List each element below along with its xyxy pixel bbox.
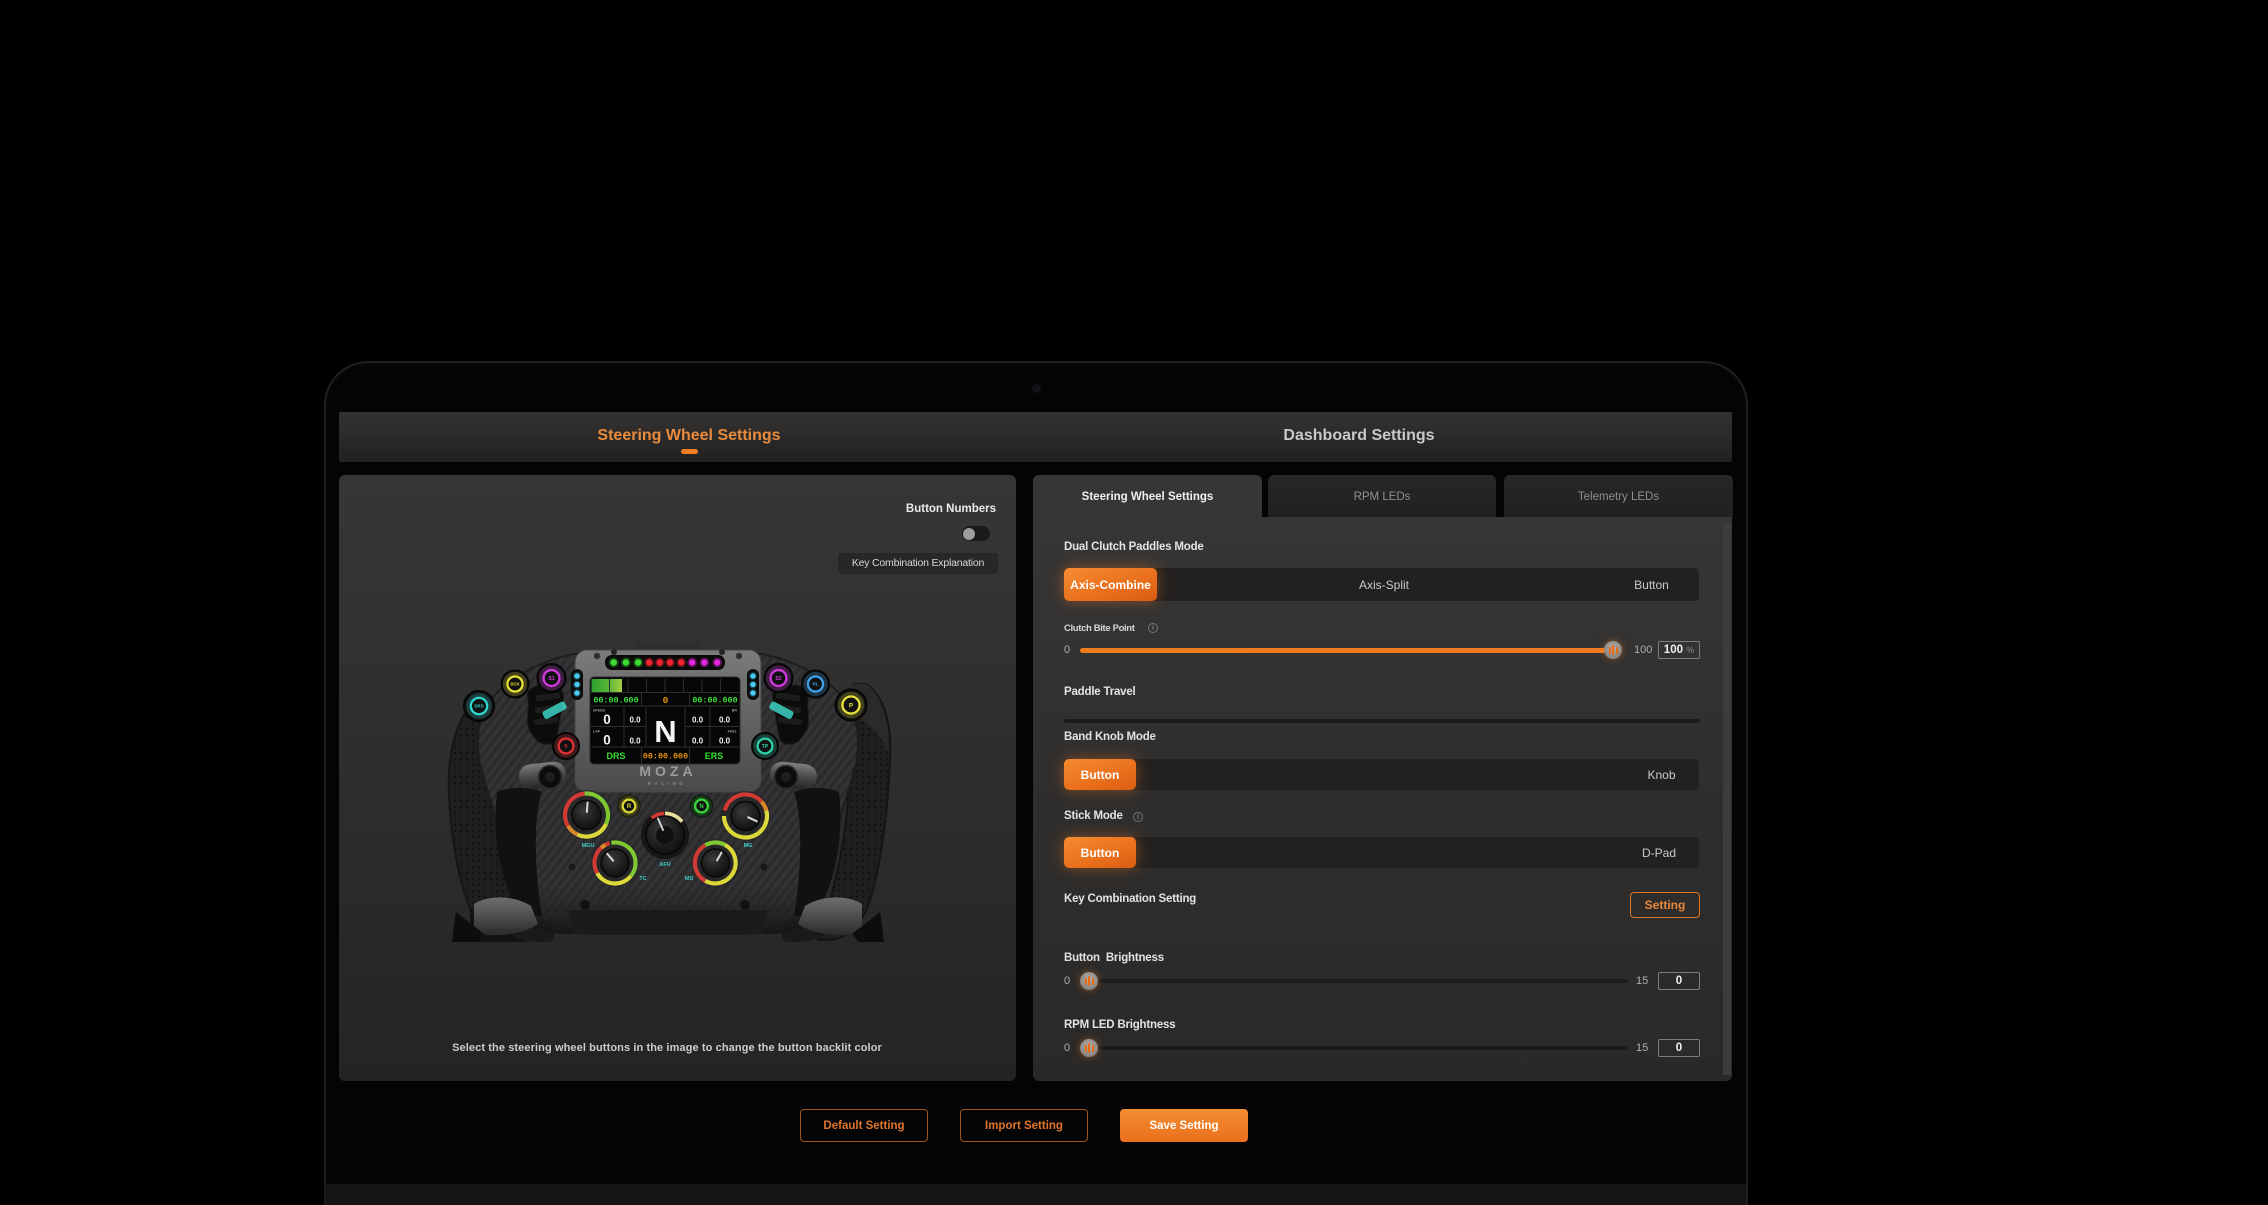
- svg-text:FUEL: FUEL: [728, 730, 738, 734]
- svg-text:0.0: 0.0: [719, 737, 731, 746]
- svg-text:MOZA: MOZA: [639, 763, 696, 779]
- svg-text:0.0: 0.0: [692, 716, 704, 725]
- svg-text:TC: TC: [639, 876, 646, 882]
- svg-text:0: 0: [603, 733, 611, 748]
- svg-text:00:00.000: 00:00.000: [692, 696, 737, 706]
- svg-text:0.0: 0.0: [719, 716, 731, 725]
- svg-text:00:00.000: 00:00.000: [593, 696, 638, 706]
- svg-text:0: 0: [603, 712, 611, 727]
- svg-text:DRS: DRS: [606, 751, 625, 761]
- svg-text:RL: RL: [812, 682, 818, 687]
- svg-text:S1: S1: [548, 676, 554, 682]
- svg-text:AFU: AFU: [659, 862, 670, 868]
- svg-text:00:00.000: 00:00.000: [643, 752, 688, 762]
- svg-text:0.0: 0.0: [692, 737, 704, 746]
- svg-text:S2: S2: [775, 676, 781, 682]
- svg-text:0.0: 0.0: [629, 737, 641, 746]
- svg-text:R: R: [627, 804, 632, 810]
- svg-text:LAP: LAP: [593, 730, 601, 734]
- svg-text:BOX: BOX: [510, 682, 519, 687]
- svg-text:RACING: RACING: [648, 781, 687, 786]
- svg-text:BR: BR: [732, 709, 738, 713]
- svg-text:DRS: DRS: [474, 704, 483, 709]
- svg-text:0: 0: [663, 695, 669, 706]
- svg-text:MGU: MGU: [582, 843, 595, 849]
- svg-text:N: N: [699, 804, 703, 810]
- svg-text:MG: MG: [744, 843, 753, 849]
- svg-text:ERS: ERS: [705, 751, 724, 761]
- svg-text:TP: TP: [762, 744, 769, 750]
- svg-text:MS: MS: [685, 876, 694, 882]
- svg-text:0.0: 0.0: [629, 716, 641, 725]
- svg-text:N: N: [654, 714, 676, 749]
- svg-text:P: P: [849, 702, 854, 709]
